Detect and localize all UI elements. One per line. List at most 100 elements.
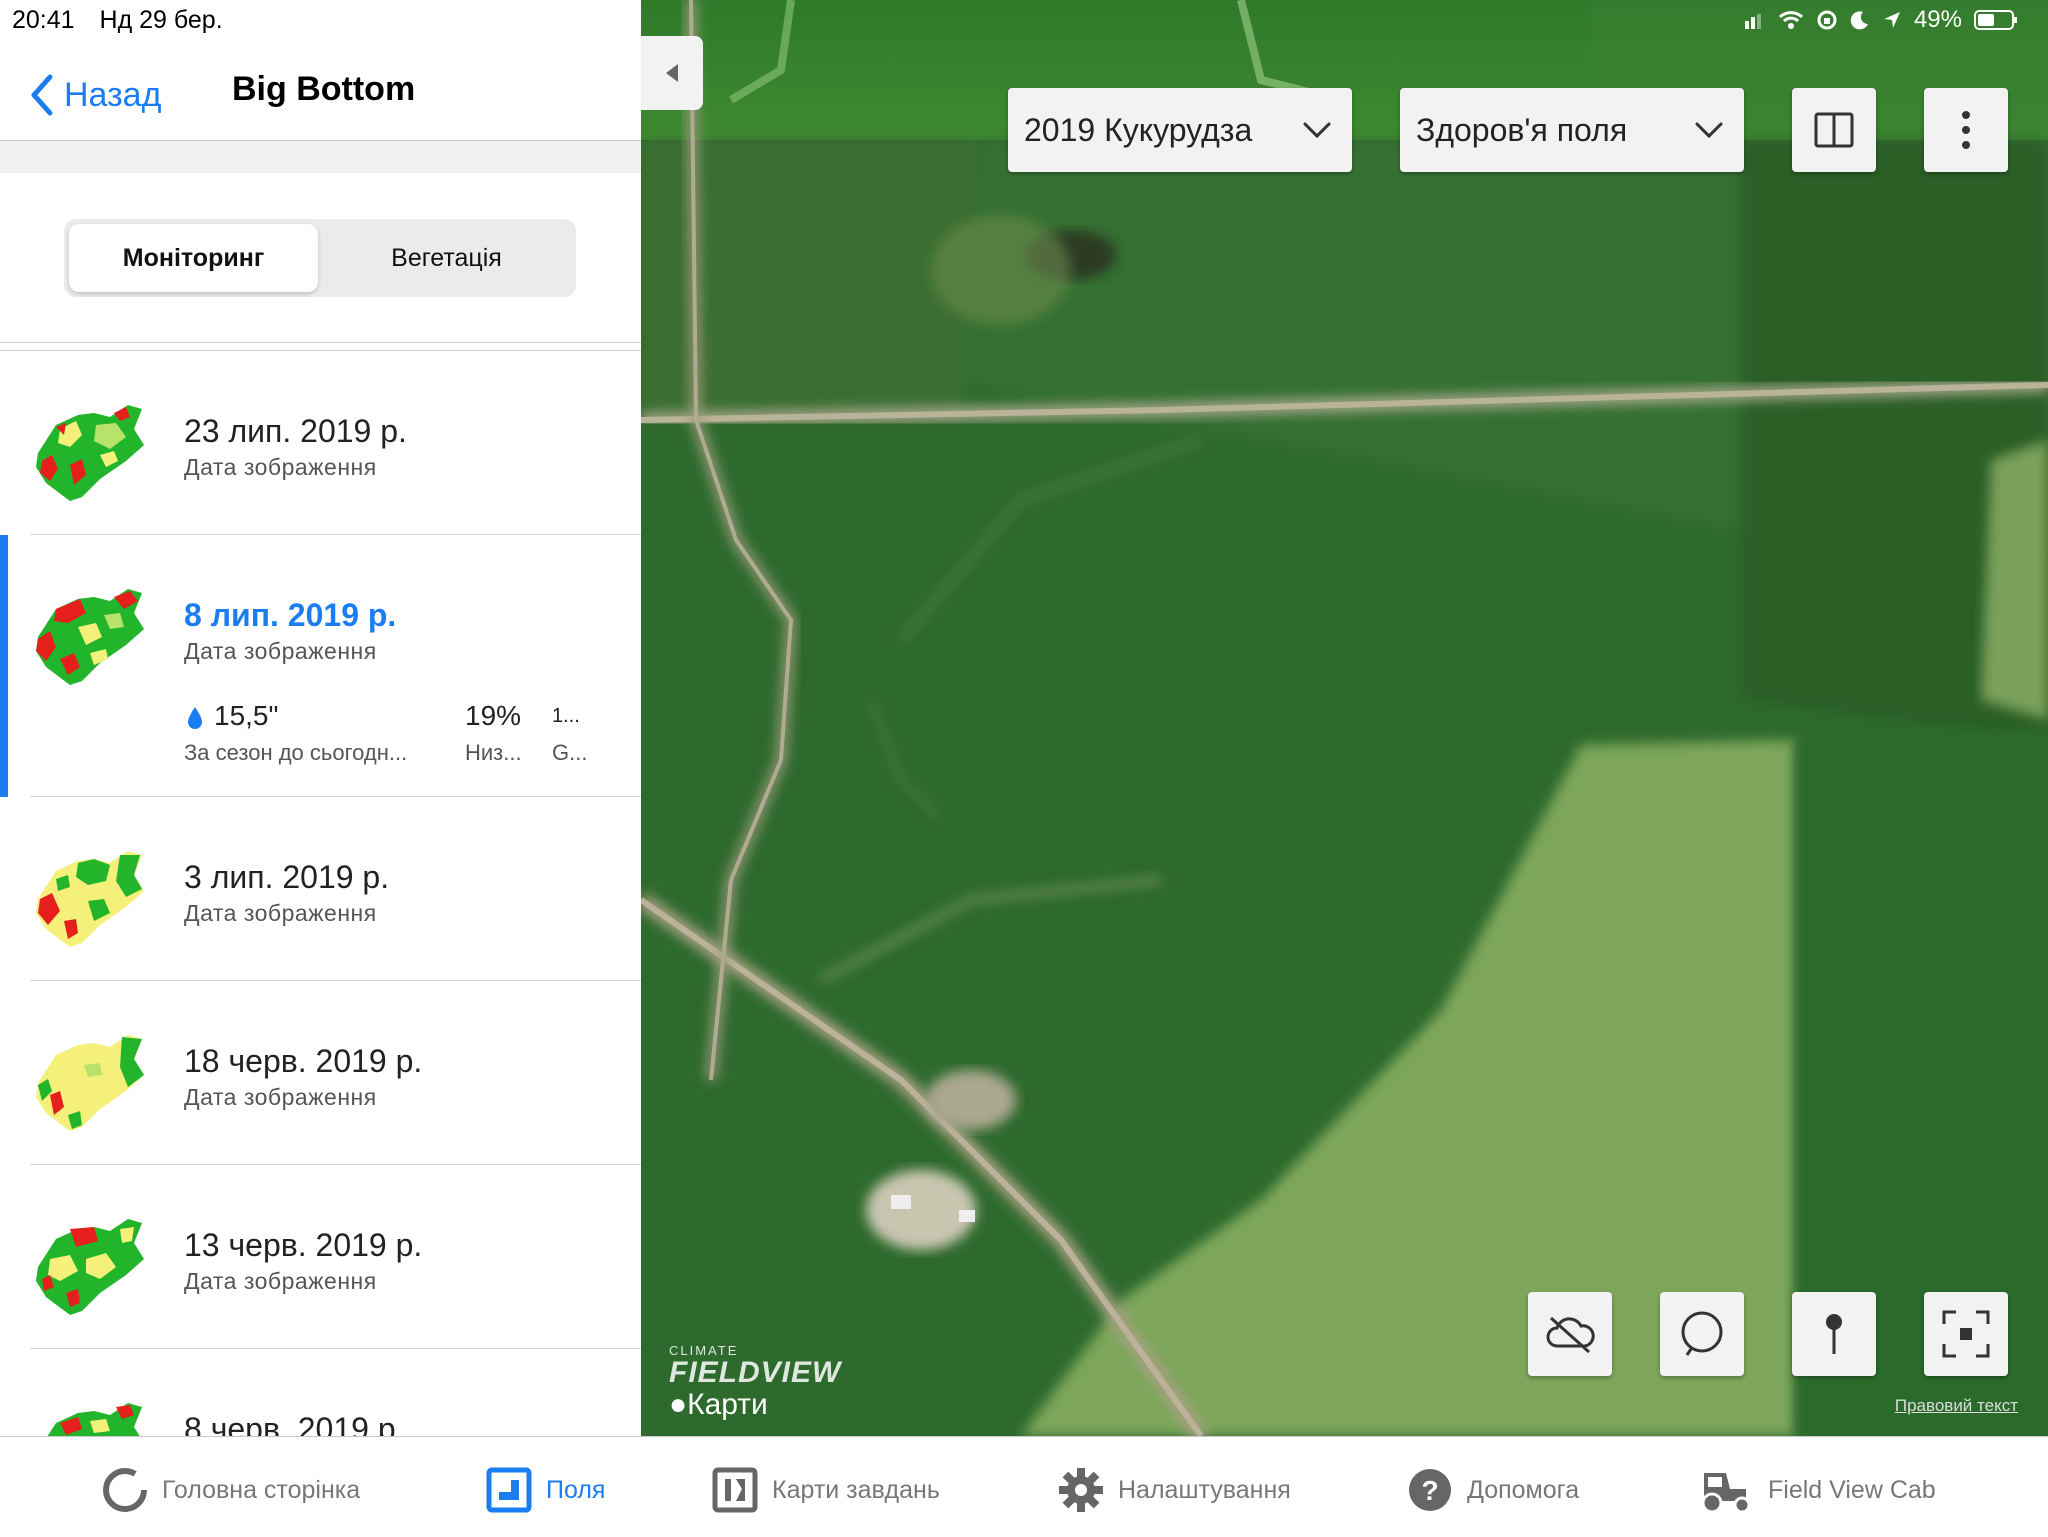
header-divider — [0, 141, 641, 173]
field-health-thumbnail — [36, 589, 144, 685]
battery-percent: 49% — [1913, 6, 1962, 33]
moon-icon — [1850, 11, 1868, 30]
satellite-imagery — [641, 0, 2048, 1436]
gear-icon — [1059, 1468, 1103, 1512]
extra-stat-label: G... — [552, 740, 588, 765]
tab-prescriptions[interactable]: Карти завдань — [712, 1467, 940, 1513]
triangle-left-icon — [666, 64, 678, 82]
home-ring-icon — [103, 1468, 147, 1512]
tab-label: Карти завдань — [772, 1475, 940, 1504]
tab-fields[interactable]: Поля — [486, 1467, 605, 1513]
image-list-item[interactable]: 13 черв. 2019 р. Дата зображення — [0, 1165, 641, 1349]
svg-text:?: ? — [1421, 1475, 1438, 1506]
tab-label: Налаштування — [1118, 1475, 1291, 1504]
help-icon: ? — [1409, 1469, 1451, 1511]
pin-icon — [1826, 1314, 1842, 1354]
focus-frame-icon — [1942, 1310, 1990, 1358]
lasso-icon — [1681, 1311, 1723, 1356]
orientation-lock-icon — [1817, 10, 1837, 30]
segment-vegetation[interactable]: Вегетація — [322, 224, 571, 292]
image-list-item[interactable]: 8 черв. 2019 р. — [0, 1349, 641, 1436]
drop-pin-button[interactable] — [1792, 1292, 1876, 1376]
tab-help[interactable]: ? Допомога — [1407, 1467, 1579, 1513]
image-date-label: Дата зображення — [184, 638, 377, 664]
prescription-icon — [712, 1467, 758, 1513]
battery-icon — [1974, 10, 2017, 30]
image-date: 8 лип. 2019 р. — [184, 597, 397, 633]
brand-fieldview: FIELDVIEW — [669, 1356, 842, 1389]
rain-drop-icon — [188, 707, 202, 729]
map-layer-dropdown[interactable]: Здоров'я поля — [1400, 88, 1744, 172]
image-date: 18 черв. 2019 р. — [184, 1043, 423, 1079]
cloud-filter-button[interactable] — [1528, 1292, 1612, 1376]
split-view-button[interactable] — [1792, 88, 1876, 172]
maps-label: Карти — [687, 1388, 768, 1421]
legal-link[interactable]: Правовий текст — [1895, 1396, 2018, 1416]
field-detail-panel: 20:41 Нд 29 бер. Назад Big Bottom Моніто… — [0, 0, 642, 1436]
back-label: Назад — [64, 75, 162, 114]
map-layer-value: Здоров'я поля — [1416, 111, 1628, 148]
field-health-thumbnail — [36, 1035, 144, 1131]
segment-monitoring[interactable]: Моніторинг — [69, 224, 318, 292]
image-date-label: Дата зображення — [184, 454, 377, 480]
collapse-panel-button[interactable] — [641, 36, 703, 110]
image-date-label: Дата зображення — [184, 1084, 377, 1110]
fields-icon — [486, 1467, 532, 1513]
more-options-button[interactable] — [1924, 88, 2008, 172]
field-health-thumbnail — [36, 405, 144, 501]
rainfall-label: За сезон до сьогодн... — [184, 740, 408, 765]
chevron-left-icon — [31, 74, 53, 116]
image-date: 13 черв. 2019 р. — [184, 1227, 423, 1263]
chevron-down-icon — [1695, 122, 1723, 139]
fieldview-brand: CLIMATE FIELDVIEW ●Карти — [669, 1343, 841, 1422]
status-bar-left: 20:41 Нд 29 бер. — [12, 6, 241, 35]
maps-attribution: ●Карти — [669, 1388, 841, 1422]
status-bar-right: 49% — [1744, 6, 2018, 34]
tab-label: Поля — [546, 1475, 606, 1504]
tab-home[interactable]: Головна сторінка — [102, 1467, 360, 1513]
satellite-map[interactable]: 49% 2019 Кукурудза Здоров'я поля CLIMATE… — [641, 0, 2048, 1436]
tab-label: Головна сторінка — [162, 1475, 361, 1504]
health-percent-label: Низ... — [465, 740, 522, 765]
draw-area-button[interactable] — [1660, 1292, 1744, 1376]
status-time: 20:41 — [12, 6, 75, 34]
back-button[interactable]: Назад — [30, 68, 161, 122]
tab-label: Допомога — [1467, 1475, 1580, 1504]
navigation-bar: Назад Big Bottom — [0, 50, 641, 141]
status-date: Нд 29 бер. — [99, 6, 223, 34]
field-health-thumbnail — [47, 1403, 142, 1436]
image-date-label: Дата зображення — [184, 900, 377, 926]
chevron-down-icon — [1303, 122, 1331, 139]
cloud-off-icon — [1546, 1316, 1595, 1354]
season-crop-dropdown[interactable]: 2019 Кукурудза — [1008, 88, 1352, 172]
image-date: 8 черв. 2019 р. — [184, 1411, 405, 1436]
location-icon — [1883, 12, 1900, 28]
field-health-thumbnail — [36, 1219, 144, 1315]
season-crop-value: 2019 Кукурудза — [1024, 111, 1253, 148]
tractor-icon — [1701, 1473, 1751, 1513]
image-list-item[interactable]: 18 черв. 2019 р. Дата зображення — [0, 981, 641, 1165]
apple-logo-icon: ● — [669, 1388, 688, 1421]
image-date: 23 лип. 2019 р. — [184, 413, 407, 449]
page-title: Big Bottom — [232, 70, 416, 108]
more-vertical-icon — [1962, 111, 1970, 149]
health-percent-value: 19% — [465, 700, 522, 731]
image-list-item[interactable]: 3 лип. 2019 р. Дата зображення — [0, 797, 641, 981]
image-date: 3 лип. 2019 р. — [184, 859, 390, 895]
divider — [0, 342, 641, 343]
tab-label: Field View Cab — [1768, 1475, 1936, 1504]
view-segmented-control: Моніторинг Вегетація — [64, 219, 576, 297]
bottom-tab-bar: Головна сторінка Поля Карти завдань Нала… — [0, 1436, 2048, 1537]
image-list-item-selected[interactable]: 8 лип. 2019 р. Дата зображення 15,5" За … — [0, 535, 641, 797]
recenter-button[interactable] — [1924, 1292, 2008, 1376]
signal-icon — [1744, 14, 1761, 29]
split-view-icon — [1814, 112, 1854, 148]
image-list-item[interactable]: 23 лип. 2019 р. Дата зображення — [0, 351, 641, 535]
wifi-icon — [1778, 11, 1803, 29]
tab-settings[interactable]: Налаштування — [1058, 1467, 1291, 1513]
image-date-label: Дата зображення — [184, 1268, 377, 1294]
field-health-thumbnail — [36, 851, 144, 947]
extra-stat-value: 1... — [552, 705, 580, 727]
rainfall-value: 15,5" — [214, 700, 279, 731]
tab-fieldview-cab[interactable]: Field View Cab — [1696, 1467, 1936, 1513]
